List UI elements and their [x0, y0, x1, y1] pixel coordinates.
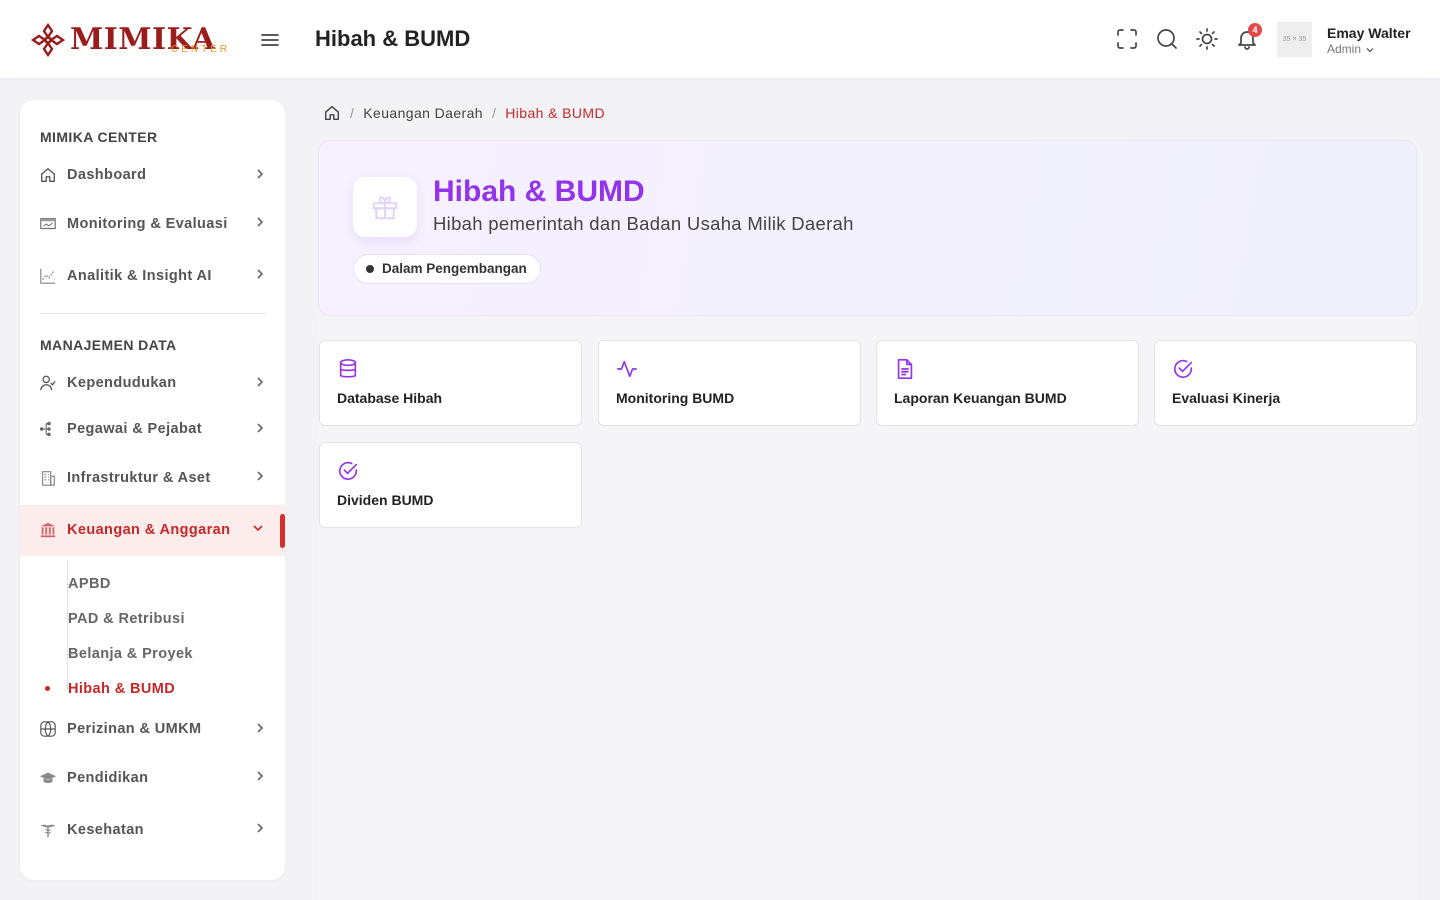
sidebar-item-label: Infrastruktur & Aset	[67, 470, 211, 486]
chevron-down-icon	[253, 525, 263, 532]
card-monitoring-bumd[interactable]: Monitoring BUMD	[598, 340, 861, 426]
globe-icon	[40, 721, 56, 737]
chart-icon	[40, 268, 56, 284]
bank-icon	[40, 522, 56, 538]
building-icon	[42, 471, 55, 486]
sidebar-item-kependudukan[interactable]: Kependudukan	[20, 368, 285, 398]
sidebar-item-analitik[interactable]: Analitik & Insight AI	[20, 261, 285, 291]
hero-title: Hibah & BUMD	[433, 175, 645, 208]
hero-icon-box	[353, 177, 417, 237]
database-icon	[339, 359, 357, 378]
search-icon[interactable]	[1155, 27, 1179, 51]
document-icon	[897, 359, 913, 379]
sidebar-divider	[40, 313, 266, 314]
sidebar-item-monitoring[interactable]: Monitoring & Evaluasi	[20, 209, 285, 239]
sidebar-item-label: Dashboard	[67, 167, 147, 183]
breadcrumb-separator: /	[350, 105, 355, 121]
sidebar-item-label: Pegawai & Pejabat	[67, 421, 202, 437]
card-database-hibah[interactable]: Database Hibah	[319, 340, 582, 426]
page-title: Hibah & BUMD	[315, 26, 471, 51]
sidebar-item-keuangan[interactable]: Keuangan & Anggaran	[20, 505, 285, 556]
user-role-label: Admin	[1327, 42, 1362, 56]
chevron-right-icon	[257, 471, 264, 481]
submenu-item-hibah[interactable]: Hibah & BUMD	[68, 681, 175, 698]
card-dividen-bumd[interactable]: Dividen BUMD	[319, 442, 582, 528]
submenu-active-dot	[45, 686, 50, 691]
notification-badge: 4	[1248, 23, 1262, 37]
sidebar-item-label: Keuangan & Anggaran	[67, 522, 231, 538]
chevron-right-icon	[257, 423, 264, 433]
hero-subtitle: Hibah pemerintah dan Badan Usaha Milik D…	[433, 213, 854, 234]
card-label: Dividen BUMD	[337, 492, 434, 508]
sidebar-item-pendidikan[interactable]: Pendidikan	[20, 763, 285, 793]
sidebar-item-label: Monitoring & Evaluasi	[67, 216, 228, 232]
activity-icon	[617, 360, 637, 378]
status-badge: Dalam Pengembangan	[353, 254, 541, 284]
breadcrumb: / Keuangan Daerah / Hibah & BUMD	[323, 103, 605, 123]
card-label: Evaluasi Kinerja	[1172, 390, 1281, 406]
user-name[interactable]: Emay Walter	[1327, 24, 1411, 42]
active-indicator	[280, 514, 285, 548]
sidebar-item-dashboard[interactable]: Dashboard	[20, 160, 285, 190]
sidebar-section-title: MANAJEMEN DATA	[40, 337, 177, 353]
sidebar-item-label: Perizinan & UMKM	[67, 721, 202, 737]
card-label: Database Hibah	[337, 390, 443, 406]
sidebar-item-infrastruktur[interactable]: Infrastruktur & Aset	[20, 463, 285, 493]
sidebar-item-kesehatan[interactable]: Kesehatan	[20, 815, 285, 845]
users-icon	[40, 375, 56, 391]
chevron-right-icon	[257, 723, 264, 733]
user-role-dropdown[interactable]: Admin	[1327, 42, 1375, 57]
org-icon	[39, 421, 51, 437]
submenu-item-pad[interactable]: PAD & Retribusi	[68, 611, 185, 628]
card-laporan-keuangan[interactable]: Laporan Keuangan BUMD	[876, 340, 1139, 426]
sidebar-section-title: MIMIKA CENTER	[40, 129, 158, 145]
logo-subtext: CENTER	[171, 44, 231, 55]
submenu-item-apbd[interactable]: APBD	[68, 576, 111, 593]
sidebar-item-perizinan[interactable]: Perizinan & UMKM	[20, 714, 285, 744]
logo-mark-icon	[30, 22, 66, 58]
sun-theme-icon[interactable]	[1195, 27, 1219, 51]
card-label: Laporan Keuangan BUMD	[894, 390, 1067, 406]
graduation-icon	[39, 772, 57, 783]
home-icon	[41, 168, 55, 182]
chevron-right-icon	[257, 269, 264, 279]
card-evaluasi-kinerja[interactable]: Evaluasi Kinerja	[1154, 340, 1417, 426]
sidebar-item-label: Kependudukan	[67, 375, 177, 391]
sidebar-item-label: Analitik & Insight AI	[67, 268, 212, 284]
check-circle-icon	[338, 461, 358, 480]
monitor-icon	[40, 217, 56, 230]
chevron-right-icon	[257, 823, 264, 833]
card-label: Monitoring BUMD	[616, 390, 735, 406]
chevron-right-icon	[257, 217, 264, 227]
sidebar-item-pegawai[interactable]: Pegawai & Pejabat	[20, 414, 285, 444]
gift-icon	[372, 196, 398, 220]
sidebar-item-label: Kesehatan	[67, 822, 144, 838]
submenu-item-belanja[interactable]: Belanja & Proyek	[68, 646, 193, 663]
hamburger-menu-icon[interactable]	[258, 28, 282, 52]
breadcrumb-parent[interactable]: Keuangan Daerah	[363, 105, 483, 121]
check-circle-icon	[1173, 359, 1193, 378]
top-header: MIMIKA CENTER Hibah & BUMD 4 35 × 35 Ema…	[0, 0, 1440, 79]
chevron-right-icon	[257, 771, 264, 781]
fullscreen-icon[interactable]	[1115, 27, 1139, 51]
home-icon[interactable]	[323, 104, 341, 122]
breadcrumb-separator: /	[491, 105, 497, 121]
hero-banner: Hibah & BUMD Hibah pemerintah dan Badan …	[318, 140, 1417, 316]
chevron-right-icon	[257, 377, 264, 387]
sidebar-item-label: Pendidikan	[67, 770, 149, 786]
sidebar: MIMIKA CENTER Dashboard Monitoring & Eva…	[20, 100, 285, 880]
chevron-down-icon	[1366, 47, 1374, 52]
breadcrumb-current: Hibah & BUMD	[505, 105, 605, 121]
avatar[interactable]: 35 × 35	[1277, 22, 1312, 57]
chevron-right-icon	[257, 169, 264, 179]
caduceus-icon	[40, 824, 56, 838]
